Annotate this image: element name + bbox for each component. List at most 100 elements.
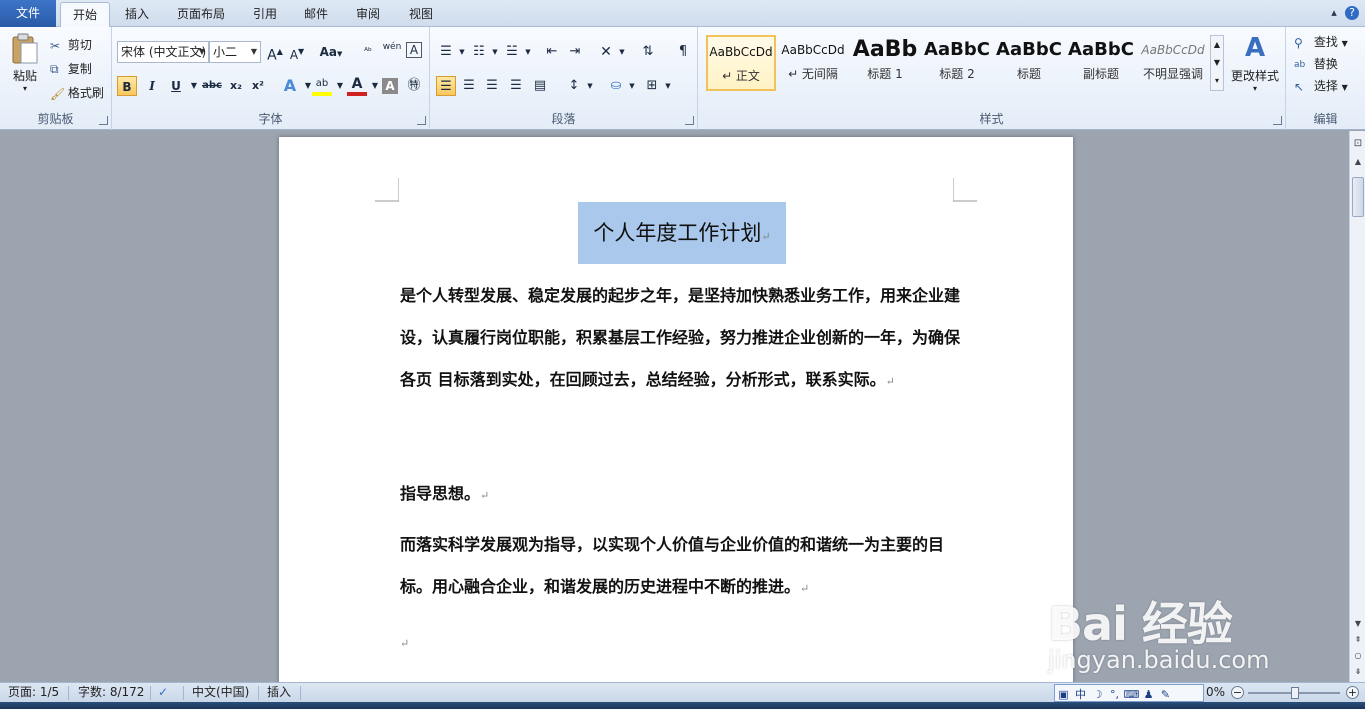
style-no-spacing[interactable]: AaBbCcDd ↵ 无间隔 bbox=[778, 35, 848, 91]
zoom-slider-thumb[interactable] bbox=[1291, 687, 1299, 699]
chevron-down-icon[interactable]: ▼ bbox=[612, 42, 632, 62]
format-painter-button[interactable]: 🖌 格式刷 bbox=[50, 84, 104, 101]
zoom-out-icon[interactable]: − bbox=[1231, 686, 1244, 699]
tab-home[interactable]: 开始 bbox=[60, 2, 110, 28]
subscript-button[interactable]: x₂ bbox=[226, 76, 246, 96]
style-heading-1[interactable]: AaBb 标题 1 bbox=[850, 35, 920, 91]
tab-insert[interactable]: 插入 bbox=[113, 2, 161, 27]
font-name-combo[interactable]: 宋体 (中文正文) ▼ bbox=[117, 41, 209, 63]
replace-button[interactable]: ab 替换 bbox=[1294, 55, 1338, 72]
zoom-in-icon[interactable]: + bbox=[1346, 686, 1359, 699]
decrease-indent-icon[interactable]: ⇤ bbox=[542, 42, 562, 62]
document-paragraph-1[interactable]: 是个人转型发展、稳定发展的起步之年，是坚持加快熟悉业务工作，用来企业建设，认真履… bbox=[400, 275, 960, 403]
document-page[interactable]: 个人年度工作计划↵ 是个人转型发展、稳定发展的起步之年，是坚持加快熟悉业务工作，… bbox=[279, 137, 1073, 682]
word-count[interactable]: 字数: 8/172 bbox=[78, 683, 144, 702]
zoom-level[interactable]: 0% bbox=[1206, 683, 1225, 702]
ime-mode[interactable]: 中 bbox=[1072, 687, 1089, 703]
superscript-button[interactable]: x² bbox=[248, 76, 268, 96]
chevron-down-icon[interactable]: ▼ bbox=[622, 76, 642, 96]
character-border-icon[interactable]: A bbox=[406, 42, 422, 58]
replace-icon: ab bbox=[1294, 59, 1306, 70]
tab-mailings[interactable]: 邮件 bbox=[293, 2, 339, 27]
grow-font-button[interactable]: A▲ bbox=[265, 42, 285, 64]
document-heading-guidance[interactable]: 指导思想。↵ bbox=[400, 473, 960, 517]
ime-logo-icon[interactable]: ▣ bbox=[1055, 687, 1072, 703]
font-launcher-icon[interactable] bbox=[417, 116, 426, 125]
styles-scroll[interactable]: ▲ ▼ ▾ bbox=[1210, 35, 1224, 91]
find-button[interactable]: ⚲ 查找 ▼ bbox=[1294, 33, 1348, 50]
moon-icon[interactable]: ☽ bbox=[1089, 687, 1106, 703]
bold-button[interactable]: B bbox=[117, 76, 137, 96]
chevron-down-icon[interactable]: ▼ bbox=[248, 42, 260, 62]
language-indicator[interactable]: 中文(中国) bbox=[192, 683, 249, 702]
keyboard-icon[interactable]: ⌨ bbox=[1123, 687, 1140, 703]
paste-button[interactable]: 粘贴 ▾ bbox=[8, 33, 42, 97]
crop-mark-top-left bbox=[375, 178, 399, 202]
tab-review[interactable]: 审阅 bbox=[344, 2, 392, 27]
paragraph-launcher-icon[interactable] bbox=[685, 116, 694, 125]
select-button[interactable]: ↖ 选择 ▼ bbox=[1294, 77, 1348, 94]
vertical-scrollbar[interactable]: ⊡ ▲ ▼ ⇞ ○ ⇟ bbox=[1349, 131, 1365, 682]
scroll-thumb[interactable] bbox=[1352, 177, 1364, 217]
help-icon[interactable]: ? bbox=[1345, 6, 1359, 20]
tab-file[interactable]: 文件 bbox=[0, 0, 56, 27]
distributed-icon[interactable]: ▤ bbox=[530, 76, 550, 96]
align-center-icon[interactable]: ☰ bbox=[459, 76, 479, 96]
styles-launcher-icon[interactable] bbox=[1273, 116, 1282, 125]
scroll-down-icon[interactable]: ▼ bbox=[1351, 617, 1365, 631]
style-normal[interactable]: AaBbCcDd ↵ 正文 bbox=[706, 35, 776, 91]
next-page-icon[interactable]: ⇟ bbox=[1351, 665, 1365, 679]
wrench-icon[interactable]: ✎ bbox=[1157, 687, 1174, 703]
italic-button[interactable]: I bbox=[142, 76, 162, 96]
change-case-button[interactable]: Aa▼ bbox=[317, 42, 345, 62]
style-subtitle[interactable]: AaBbC 副标题 bbox=[1066, 35, 1136, 91]
highlighter-icon[interactable]: ab bbox=[312, 76, 332, 96]
punctuation-icon[interactable]: °, bbox=[1106, 687, 1123, 703]
copy-button[interactable]: ⧉ 复制 bbox=[50, 60, 92, 77]
paste-dropdown-icon[interactable]: ▾ bbox=[8, 84, 42, 93]
increase-indent-icon[interactable]: ⇥ bbox=[565, 42, 585, 62]
document-paragraph-2[interactable]: 而落实科学发展观为指导，以实现个人价值与企业价值的和谐统一为主要的目标。用心融合… bbox=[400, 524, 960, 610]
character-shading-icon[interactable]: A bbox=[382, 78, 398, 94]
show-marks-icon[interactable]: ¶ bbox=[673, 42, 693, 62]
page-count[interactable]: 页面: 1/5 bbox=[8, 683, 59, 702]
browse-object-icon[interactable]: ○ bbox=[1351, 649, 1365, 663]
ruler-toggle-icon[interactable]: ⊡ bbox=[1351, 137, 1365, 151]
ime-toolbar[interactable]: ▣ 中 ☽ °, ⌨ ♟ ✎ bbox=[1054, 684, 1204, 702]
document-empty-paragraph[interactable]: ↵ bbox=[400, 621, 960, 665]
chevron-down-icon[interactable]: ▼ bbox=[196, 42, 208, 62]
align-left-icon[interactable]: ☰ bbox=[436, 76, 456, 96]
style-subtle-emphasis[interactable]: AaBbCcDd 不明显强调 bbox=[1138, 35, 1208, 91]
enclose-characters-icon[interactable]: ㊕ bbox=[404, 76, 424, 96]
tab-view[interactable]: 视图 bbox=[397, 2, 445, 27]
align-right-icon[interactable]: ☰ bbox=[482, 76, 502, 96]
scroll-up-icon[interactable]: ▲ bbox=[1351, 155, 1365, 169]
shrink-font-button[interactable]: A▼ bbox=[287, 42, 307, 62]
previous-page-icon[interactable]: ⇞ bbox=[1351, 633, 1365, 647]
proofing-icon[interactable]: ✓ bbox=[158, 683, 168, 702]
chevron-down-icon[interactable]: ▼ bbox=[580, 76, 600, 96]
document-title[interactable]: 个人年度工作计划↵ bbox=[578, 202, 786, 264]
underline-button[interactable]: U bbox=[166, 76, 186, 96]
style-title[interactable]: AaBbC 标题 bbox=[994, 35, 1064, 91]
sort-icon[interactable]: ⇅ bbox=[638, 42, 658, 62]
change-styles-button[interactable]: A 更改样式 ▾ bbox=[1228, 33, 1282, 93]
document-area[interactable]: 个人年度工作计划↵ 是个人转型发展、稳定发展的起步之年，是坚持加快熟悉业务工作，… bbox=[0, 131, 1349, 682]
justify-icon[interactable]: ☰ bbox=[506, 76, 526, 96]
chevron-down-icon[interactable]: ▼ bbox=[658, 76, 678, 96]
font-color-icon[interactable]: A bbox=[347, 76, 367, 96]
chevron-down-icon[interactable]: ▼ bbox=[518, 42, 538, 62]
phonetic-guide-button[interactable]: wén bbox=[382, 42, 402, 62]
cut-button[interactable]: ✂ 剪切 bbox=[50, 36, 92, 53]
style-heading-2[interactable]: AaBbC 标题 2 bbox=[922, 35, 992, 91]
user-icon[interactable]: ♟ bbox=[1140, 687, 1157, 703]
clipboard-launcher-icon[interactable] bbox=[99, 116, 108, 125]
clear-formatting-icon[interactable]: ᴬᵇ bbox=[358, 42, 378, 62]
tab-references[interactable]: 引用 bbox=[242, 2, 288, 27]
strikethrough-button[interactable]: abc bbox=[200, 76, 224, 96]
insert-mode[interactable]: 插入 bbox=[267, 683, 291, 702]
tab-page-layout[interactable]: 页面布局 bbox=[164, 2, 238, 27]
text-effects-icon[interactable]: A bbox=[280, 76, 300, 96]
minimize-ribbon-icon[interactable]: ▴ bbox=[1327, 6, 1341, 20]
font-size-combo[interactable]: 小二 ▼ bbox=[209, 41, 261, 63]
